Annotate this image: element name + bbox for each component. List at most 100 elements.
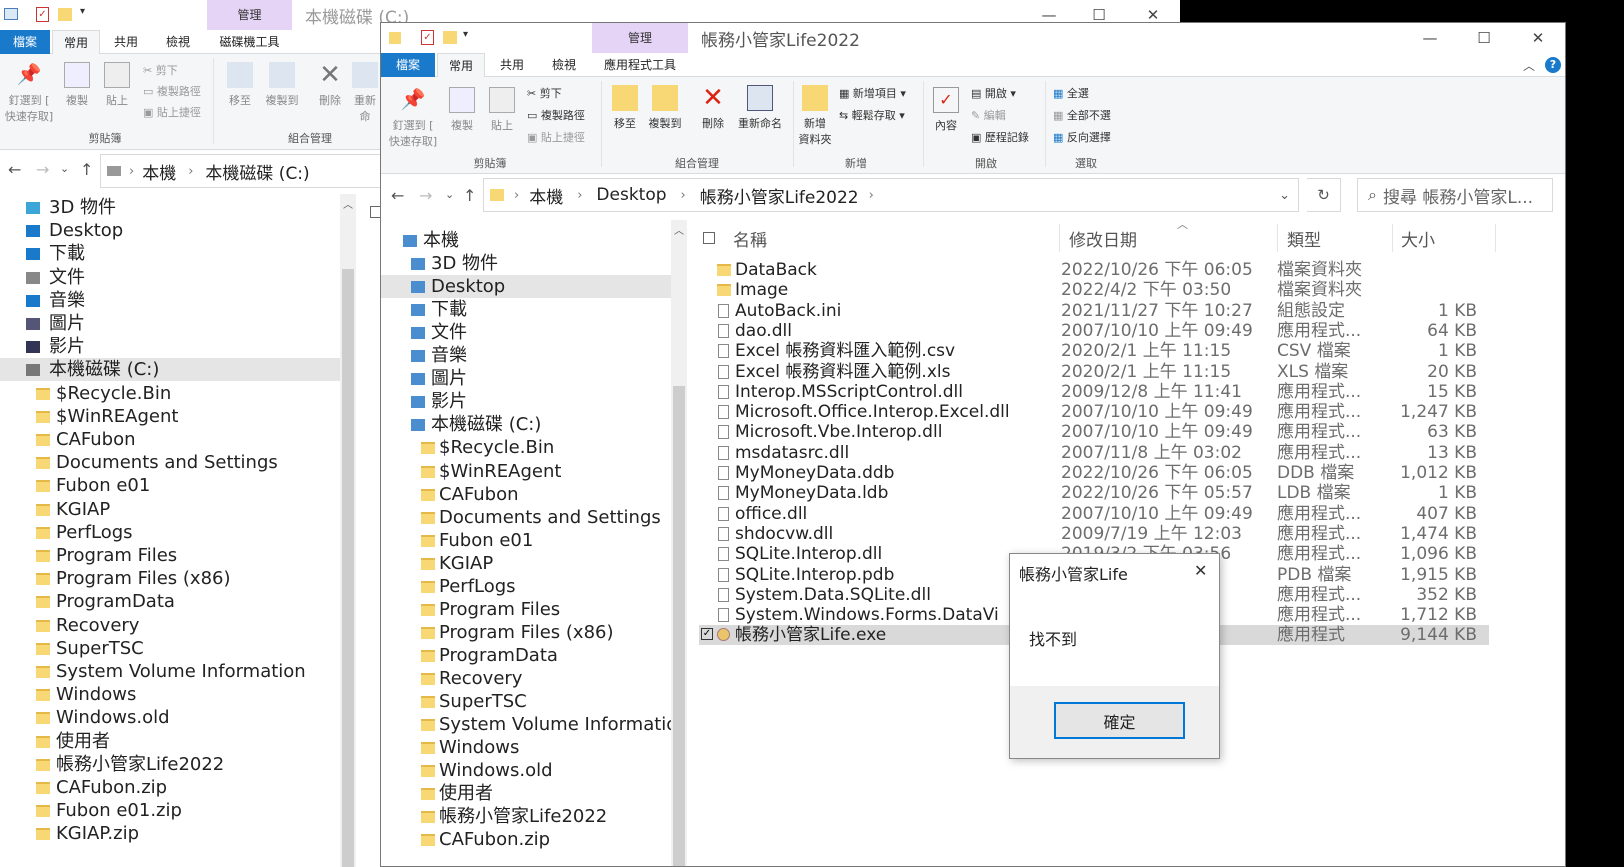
select-all-button[interactable]: ▦ 全選 xyxy=(1053,85,1089,101)
file-row[interactable]: MyMoneyData.ddb 2022/10/26 下午 06:05 DDB 檔案… xyxy=(699,463,1489,483)
tree-item[interactable]: Windows.old xyxy=(0,706,340,729)
tree-item[interactable]: 本機磁碟 (C:) xyxy=(381,413,671,436)
paste-button[interactable]: 貼上 xyxy=(485,87,519,133)
tree-item[interactable]: 使用者 xyxy=(381,782,671,805)
paste-shortcut-button[interactable]: ▣ 貼上捷徑 xyxy=(527,129,585,145)
folder-qat-icon[interactable] xyxy=(443,31,457,44)
breadcrumb[interactable]: › 本機 › Desktop › 帳務小管家Life2022 › ⌄ xyxy=(483,178,1299,212)
copy-path-button[interactable]: ▭ 複製路徑 xyxy=(143,83,201,99)
tree-item[interactable]: $WinREAgent xyxy=(0,405,340,428)
back-tree-scrollbar[interactable]: ︿ xyxy=(340,194,356,867)
file-row[interactable]: msdatasrc.dll 2007/11/8 上午 03:02 應用程式... 13… xyxy=(699,443,1489,463)
tree-item[interactable]: ProgramData xyxy=(381,644,671,667)
tab-home[interactable]: 常用 xyxy=(437,53,485,78)
easy-access-button[interactable]: ⇆ 輕鬆存取 ▾ xyxy=(839,107,905,123)
close-button[interactable]: ✕ xyxy=(1515,23,1561,53)
file-row[interactable]: Microsoft.Vbe.Interop.dll 2007/10/10 上午 0… xyxy=(699,422,1489,442)
tree-item[interactable]: 使用者 xyxy=(0,730,340,753)
address-dropdown-icon[interactable]: ⌄ xyxy=(1279,188,1290,203)
tree-item[interactable]: Documents and Settings xyxy=(381,506,671,529)
back-nav-button[interactable]: ← xyxy=(391,186,404,205)
properties-button[interactable]: ✓ 內容 xyxy=(929,87,963,133)
new-folder-button[interactable]: 新增 資料夾 xyxy=(795,85,835,147)
tree-item[interactable]: Desktop xyxy=(0,219,340,242)
tree-item[interactable]: CAFubon.zip xyxy=(0,776,340,799)
tree-item[interactable]: SuperTSC xyxy=(0,637,340,660)
tree-item[interactable]: Program Files (x86) xyxy=(0,567,340,590)
cut-button[interactable]: ✂ 剪下 xyxy=(143,62,178,78)
qat-dropdown-icon[interactable]: ▾ xyxy=(463,29,468,40)
tree-item[interactable]: 影片 xyxy=(0,335,340,358)
open-button[interactable]: ▤ 開啟 ▾ xyxy=(971,85,1016,101)
delete-button[interactable]: ✕ 刪除 xyxy=(695,85,731,131)
forward-nav-button[interactable]: → xyxy=(419,186,432,205)
file-row[interactable]: shdocvw.dll 2009/7/19 上午 12:03 應用程式... 1,47… xyxy=(699,524,1489,544)
tree-item[interactable]: Recovery xyxy=(0,614,340,637)
tree-item[interactable]: $Recycle.Bin xyxy=(381,436,671,459)
file-row[interactable]: MyMoneyData.ldb 2022/10/26 下午 05:57 LDB 檔案… xyxy=(699,483,1489,503)
rename-button[interactable]: 重新命 xyxy=(350,62,380,124)
tree-item[interactable]: KGIAP xyxy=(381,552,671,575)
pin-button[interactable]: 📌 釘選到 [ 快速存取] xyxy=(387,87,439,149)
tree-item[interactable]: CAFubon.zip xyxy=(381,828,671,851)
file-row[interactable]: Excel 帳務資料匯入範例.xls 2020/2/1 上午 11:15 XLS 檔… xyxy=(699,362,1489,382)
tree-item[interactable]: Windows.old xyxy=(381,759,671,782)
tab-view[interactable]: 檢視 xyxy=(539,53,589,77)
breadcrumb-item[interactable]: 本機 xyxy=(142,159,176,184)
collapse-ribbon-icon[interactable]: ︿ xyxy=(1523,57,1535,74)
copy-button[interactable]: 複製 xyxy=(445,87,479,133)
tab-app-tools[interactable]: 應用程式工具 xyxy=(592,53,688,77)
breadcrumb-item[interactable]: 本機磁碟 (C:) xyxy=(205,159,309,184)
tab-file[interactable]: 檔案 xyxy=(381,53,435,77)
file-row[interactable]: AutoBack.ini 2021/11/27 下午 10:27 組態設定 1 KB xyxy=(699,301,1489,321)
tree-item[interactable]: Windows xyxy=(381,736,671,759)
edit-button[interactable]: ✎ 編輯 xyxy=(971,107,1006,123)
tree-item[interactable]: 下載 xyxy=(0,242,340,265)
tab-view[interactable]: 檢視 xyxy=(153,30,203,54)
copy-path-button[interactable]: ▭ 複製路徑 xyxy=(527,107,585,123)
tree-item[interactable]: Fubon e01 xyxy=(0,474,340,497)
tab-share[interactable]: 共用 xyxy=(489,53,535,77)
folder-qat-icon[interactable] xyxy=(58,8,72,21)
move-to-button[interactable]: 移至 xyxy=(607,85,643,131)
tree-item[interactable]: ProgramData xyxy=(0,590,340,613)
tree-item[interactable]: 音樂 xyxy=(381,344,671,367)
minimize-button[interactable]: — xyxy=(1407,23,1453,53)
file-row[interactable]: DataBack 2022/10/26 下午 06:05 檔案資料夾 xyxy=(699,260,1489,280)
copy-button[interactable]: 複製 xyxy=(60,62,94,108)
tree-item[interactable]: 圖片 xyxy=(381,367,671,390)
tab-drive-tools[interactable]: 磁碟機工具 xyxy=(207,30,292,54)
tree-item[interactable]: 帳務小管家Life2022 xyxy=(0,753,340,776)
breadcrumb-item[interactable]: Desktop xyxy=(596,185,666,205)
pin-button[interactable]: 📌 釘選到 [ 快速存取] xyxy=(3,62,55,124)
tab-home[interactable]: 常用 xyxy=(52,30,100,55)
scroll-up-icon[interactable]: ︿ xyxy=(674,222,684,237)
tree-item[interactable]: 文件 xyxy=(381,321,671,344)
tab-share[interactable]: 共用 xyxy=(103,30,149,54)
tree-item[interactable]: Fubon e01.zip xyxy=(0,799,340,822)
rename-button[interactable]: 重新命名 xyxy=(733,85,787,131)
recent-dropdown-icon[interactable]: ⌄ xyxy=(445,188,454,201)
invert-selection-button[interactable]: ▦ 反向選擇 xyxy=(1053,129,1111,145)
file-row[interactable]: Interop.MSScriptControl.dll 2009/12/8 上午 … xyxy=(699,382,1489,402)
tree-item[interactable]: 下載 xyxy=(381,298,671,321)
tree-item[interactable]: Documents and Settings xyxy=(0,451,340,474)
front-tree-scrollbar[interactable]: ︿ xyxy=(671,220,687,866)
tree-item[interactable]: $Recycle.Bin xyxy=(0,382,340,405)
tree-item[interactable]: 音樂 xyxy=(0,289,340,312)
tree-item[interactable]: Windows xyxy=(0,683,340,706)
tree-item[interactable]: 3D 物件 xyxy=(0,196,340,219)
copy-to-button[interactable]: 複製到 xyxy=(262,62,302,108)
tree-item[interactable]: CAFubon xyxy=(0,428,340,451)
tree-item[interactable]: $WinREAgent xyxy=(381,460,671,483)
breadcrumb[interactable]: › 本機 › 本機磁碟 (C:) xyxy=(100,154,400,188)
scroll-thumb[interactable] xyxy=(673,386,685,866)
delete-button[interactable]: ✕ 刪除 xyxy=(312,62,348,108)
tree-item[interactable]: Fubon e01 xyxy=(381,529,671,552)
file-row[interactable]: Image 2022/4/2 下午 03:50 檔案資料夾 xyxy=(699,280,1489,300)
tree-item[interactable]: Desktop xyxy=(381,275,671,299)
file-row[interactable]: Excel 帳務資料匯入範例.csv 2020/2/1 上午 11:15 CSV 檔… xyxy=(699,341,1489,361)
ok-button[interactable]: 確定 xyxy=(1054,702,1185,739)
tree-item[interactable]: PerfLogs xyxy=(381,575,671,598)
breadcrumb-item[interactable]: 本機 xyxy=(529,183,563,208)
